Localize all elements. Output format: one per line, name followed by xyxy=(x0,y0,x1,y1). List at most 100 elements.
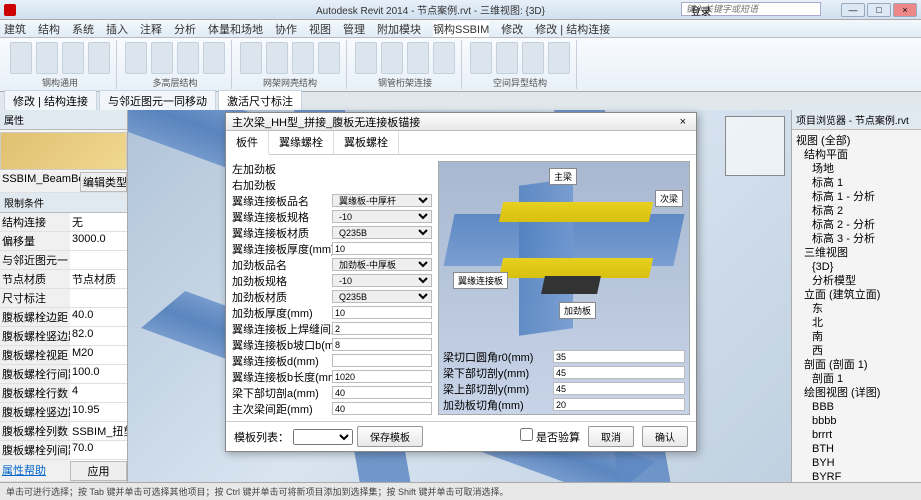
ok-button[interactable]: 确认 xyxy=(642,426,688,447)
tree-item[interactable]: 东 xyxy=(796,302,917,316)
field-input[interactable] xyxy=(553,366,685,379)
tree-item[interactable]: 标高 1 - 分析 xyxy=(796,190,917,204)
tree-item[interactable]: 标高 1 xyxy=(796,176,917,190)
apply-button[interactable]: 应用 xyxy=(70,461,127,481)
prop-value[interactable]: 70.0 xyxy=(70,441,127,459)
tree-item[interactable]: 场地 xyxy=(796,162,917,176)
tree-item[interactable]: 剖面 (剖面 1) xyxy=(796,358,917,372)
tree-item[interactable]: BYH xyxy=(796,456,917,470)
field-input[interactable] xyxy=(553,382,685,395)
menu-item[interactable]: 钢构SSBIM xyxy=(433,21,489,37)
cancel-button[interactable]: 取消 xyxy=(588,426,634,447)
field-select[interactable]: -10 xyxy=(332,274,432,287)
menu-item[interactable]: 视图 xyxy=(309,21,331,37)
tree-item[interactable]: 标高 2 - 分析 xyxy=(796,218,917,232)
verify-checkbox[interactable]: 是否验算 xyxy=(520,428,580,445)
ribbon-button[interactable] xyxy=(548,42,570,74)
minimize-button[interactable]: — xyxy=(841,3,865,17)
ribbon-button[interactable] xyxy=(88,42,110,74)
tree-item[interactable]: bbbb xyxy=(796,414,917,428)
subbar-item[interactable]: 激活尺寸标注 xyxy=(218,90,302,112)
ribbon-button[interactable] xyxy=(407,42,429,74)
tree-item[interactable]: BYRF xyxy=(796,470,917,482)
prop-value[interactable]: 10.95 xyxy=(70,403,127,421)
menu-item[interactable]: 建筑 xyxy=(4,21,26,37)
tree-item[interactable]: 结构平面 xyxy=(796,148,917,162)
menu-item[interactable]: 插入 xyxy=(106,21,128,37)
ribbon-button[interactable] xyxy=(470,42,492,74)
ribbon-button[interactable] xyxy=(62,42,84,74)
tree-item[interactable]: {3D} xyxy=(796,260,917,274)
tree-item[interactable]: 标高 2 xyxy=(796,204,917,218)
menu-item[interactable]: 注释 xyxy=(140,21,162,37)
tree-item[interactable]: 立面 (建筑立面) xyxy=(796,288,917,302)
ribbon-button[interactable] xyxy=(36,42,58,74)
dialog-tab[interactable]: 板件 xyxy=(226,131,269,155)
prop-value[interactable]: 40.0 xyxy=(70,308,127,326)
prop-value[interactable] xyxy=(70,289,127,307)
menu-item[interactable]: 修改 | 结构连接 xyxy=(535,21,610,37)
prop-value[interactable]: 3000.0 xyxy=(70,232,127,250)
ribbon-button[interactable] xyxy=(266,42,288,74)
field-input[interactable] xyxy=(332,402,432,415)
type-family[interactable]: SSBIM_BeamBeamS_H_H_Fix_1 xyxy=(0,172,80,192)
dialog-tab[interactable]: 翼缘螺栓 xyxy=(269,131,334,154)
ribbon-button[interactable] xyxy=(318,42,340,74)
tree-item[interactable]: brrrt xyxy=(796,428,917,442)
tree-item[interactable]: 视图 (全部) xyxy=(796,134,917,148)
ribbon-button[interactable] xyxy=(203,42,225,74)
field-input[interactable] xyxy=(553,398,685,411)
field-input[interactable] xyxy=(553,350,685,363)
save-template-button[interactable]: 保存模板 xyxy=(357,426,423,447)
prop-value[interactable]: 4 xyxy=(70,384,127,402)
prop-value[interactable]: M20 xyxy=(70,346,127,364)
prop-value[interactable] xyxy=(70,251,127,269)
ribbon-button[interactable] xyxy=(355,42,377,74)
template-list-select[interactable] xyxy=(293,429,353,445)
field-select[interactable]: 翼缘板-中厚杆 xyxy=(332,194,432,207)
tree-item[interactable]: 北 xyxy=(796,316,917,330)
prop-value[interactable]: 82.0 xyxy=(70,327,127,345)
field-input[interactable] xyxy=(332,322,432,335)
dialog-tab[interactable]: 翼板螺栓 xyxy=(334,131,399,154)
ribbon-button[interactable] xyxy=(522,42,544,74)
ribbon-button[interactable] xyxy=(177,42,199,74)
field-input[interactable] xyxy=(332,354,432,367)
ribbon-button[interactable] xyxy=(496,42,518,74)
login-link[interactable]: 登录 xyxy=(691,3,711,18)
tree-item[interactable]: 剖面 1 xyxy=(796,372,917,386)
field-select[interactable]: Q235B xyxy=(332,226,432,239)
tree-item[interactable]: BBB xyxy=(796,400,917,414)
menu-item[interactable]: 附加模块 xyxy=(377,21,421,37)
tree-item[interactable]: 西 xyxy=(796,344,917,358)
ribbon-button[interactable] xyxy=(240,42,262,74)
menu-item[interactable]: 结构 xyxy=(38,21,60,37)
menu-item[interactable]: 管理 xyxy=(343,21,365,37)
close-button[interactable]: × xyxy=(893,3,917,17)
tree-item[interactable]: 三维视图 xyxy=(796,246,917,260)
ribbon-button[interactable] xyxy=(10,42,32,74)
prop-value[interactable]: 无 xyxy=(70,213,127,231)
menu-item[interactable]: 分析 xyxy=(174,21,196,37)
ribbon-button[interactable] xyxy=(292,42,314,74)
menu-item[interactable]: 协作 xyxy=(275,21,297,37)
field-input[interactable] xyxy=(332,338,432,351)
viewcube[interactable] xyxy=(725,116,785,176)
tree-item[interactable]: 南 xyxy=(796,330,917,344)
field-input[interactable] xyxy=(332,386,432,399)
subbar-item[interactable]: 与邻近图元一同移动 xyxy=(99,90,216,112)
ribbon-button[interactable] xyxy=(381,42,403,74)
prop-value[interactable]: 节点材质 xyxy=(70,270,127,288)
tree-item[interactable]: 分析模型 xyxy=(796,274,917,288)
field-select[interactable]: -10 xyxy=(332,210,432,223)
props-help-link[interactable]: 属性帮助 xyxy=(0,461,70,481)
ribbon-button[interactable] xyxy=(125,42,147,74)
field-select[interactable]: 加劲板-中厚板 xyxy=(332,258,432,271)
prop-value[interactable]: 100.0 xyxy=(70,365,127,383)
prop-value[interactable]: SSBIM_扭剪... xyxy=(70,422,127,440)
menu-item[interactable]: 系统 xyxy=(72,21,94,37)
tree-item[interactable]: 绘图视图 (详图) xyxy=(796,386,917,400)
field-input[interactable] xyxy=(332,306,432,319)
ribbon-button[interactable] xyxy=(151,42,173,74)
menu-item[interactable]: 修改 xyxy=(501,21,523,37)
